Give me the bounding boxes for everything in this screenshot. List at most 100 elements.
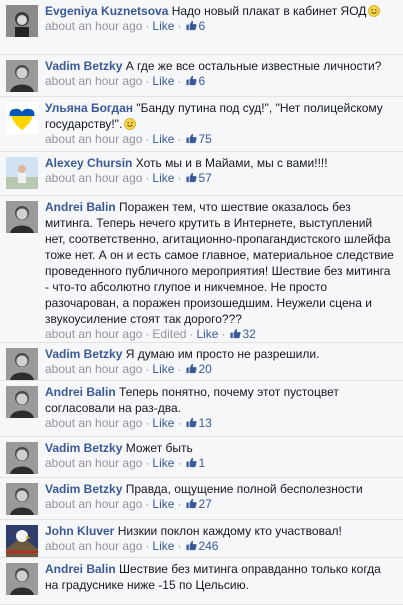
timestamp[interactable]: about an hour ago bbox=[45, 539, 142, 553]
comment-content: Alexey Chursin Хоть мы и в Майами, мы с … bbox=[45, 155, 395, 186]
separator-dot: · bbox=[145, 539, 150, 553]
timestamp[interactable]: about an hour ago bbox=[45, 327, 142, 341]
avatar[interactable] bbox=[6, 102, 38, 134]
avatar[interactable] bbox=[6, 386, 38, 418]
timestamp[interactable]: about an hour ago bbox=[45, 132, 142, 146]
separator-dot: · bbox=[145, 19, 150, 33]
like-count[interactable]: 27 bbox=[198, 497, 211, 511]
avatar[interactable] bbox=[6, 525, 38, 557]
like-button[interactable]: Like bbox=[152, 171, 174, 185]
separator-dot: · bbox=[145, 416, 150, 430]
comment: John Kluver Низкии поклон каждому кто уч… bbox=[0, 520, 403, 558]
comment-author-link[interactable]: Andrei Balin bbox=[45, 200, 116, 214]
like-button[interactable]: Like bbox=[152, 497, 174, 511]
comment-feed: Evgeniya Kuznetsova Надо новый плакат в … bbox=[0, 0, 403, 605]
comment-text: Хоть мы и в Майами, мы с вами!!!! bbox=[135, 156, 328, 170]
thumbs-up-icon bbox=[186, 75, 198, 86]
comment-author-link[interactable]: Ульяна Богдан bbox=[45, 101, 133, 115]
smile-emoji-icon bbox=[124, 118, 137, 130]
comment-author-link[interactable]: Vadim Betzky bbox=[45, 482, 122, 496]
timestamp[interactable]: about an hour ago bbox=[45, 362, 142, 376]
comment-meta: about an hour ago · Like · 6 bbox=[45, 19, 395, 34]
thumbs-up-icon bbox=[186, 133, 198, 144]
thumbs-up-icon bbox=[186, 20, 198, 31]
edited-link[interactable]: Edited bbox=[152, 327, 186, 341]
comment-author-link[interactable]: Andrei Balin bbox=[45, 385, 116, 399]
separator-dot: · bbox=[177, 362, 182, 376]
comment-content: Evgeniya Kuznetsova Надо новый плакат в … bbox=[45, 3, 395, 34]
thumbs-up-icon bbox=[186, 540, 198, 551]
avatar[interactable] bbox=[6, 157, 38, 189]
thumbs-up-icon bbox=[186, 417, 198, 428]
comment-text: Я думаю им просто не разрешили. bbox=[125, 347, 320, 361]
comment-content: Vadim Betzky А где же все остальные изве… bbox=[45, 58, 395, 89]
timestamp[interactable]: about an hour ago bbox=[45, 497, 142, 511]
like-count[interactable]: 1 bbox=[198, 456, 205, 470]
comment-author-link[interactable]: Alexey Chursin bbox=[45, 156, 132, 170]
comment-content: Vadim Betzky Правда, ощущение полной бес… bbox=[45, 481, 395, 512]
comment-author-link[interactable]: Vadim Betzky bbox=[45, 347, 122, 361]
avatar[interactable] bbox=[6, 483, 38, 515]
avatar[interactable] bbox=[6, 442, 38, 474]
like-count[interactable]: 57 bbox=[198, 171, 211, 185]
timestamp[interactable]: about an hour ago bbox=[45, 74, 142, 88]
avatar[interactable] bbox=[6, 60, 38, 92]
timestamp[interactable]: about an hour ago bbox=[45, 171, 142, 185]
comment-text: А где же все остальные известные личност… bbox=[125, 59, 382, 73]
like-count[interactable]: 246 bbox=[198, 539, 218, 553]
like-button[interactable]: Like bbox=[152, 362, 174, 376]
comment: Evgeniya Kuznetsova Надо новый плакат в … bbox=[0, 0, 403, 55]
timestamp[interactable]: about an hour ago bbox=[45, 416, 142, 430]
comment-author-link[interactable]: John Kluver bbox=[45, 524, 114, 538]
comment-meta: about an hour ago · Like · 27 bbox=[45, 497, 395, 512]
thumbs-up-icon bbox=[186, 457, 198, 468]
comment: Andrei Balin Шествие без митинга оправда… bbox=[0, 558, 403, 605]
smile-emoji-icon bbox=[368, 5, 381, 17]
like-count[interactable]: 6 bbox=[198, 74, 205, 88]
like-count[interactable]: 13 bbox=[198, 416, 211, 430]
comment-content: Vadim Betzky Может быть about an hour ago… bbox=[45, 440, 395, 471]
like-button[interactable]: Like bbox=[196, 327, 218, 341]
like-button[interactable]: Like bbox=[152, 19, 174, 33]
like-button[interactable]: Like bbox=[152, 456, 174, 470]
timestamp[interactable]: about an hour ago bbox=[45, 456, 142, 470]
avatar[interactable] bbox=[6, 348, 38, 380]
comment-content: Andrei Balin Шествие без митинга оправда… bbox=[45, 561, 395, 593]
comment-author-link[interactable]: Vadim Betzky bbox=[45, 441, 122, 455]
comment-author-link[interactable]: Andrei Balin bbox=[45, 562, 116, 576]
thumbs-up-icon bbox=[230, 328, 242, 339]
comment: Andrei Balin Теперь понятно, почему этот… bbox=[0, 381, 403, 437]
comment-content: Andrei Balin Теперь понятно, почему этот… bbox=[45, 384, 395, 431]
separator-dot: · bbox=[177, 132, 182, 146]
comment: Vadim Betzky Я думаю им просто не разреш… bbox=[0, 343, 403, 381]
comment-author-link[interactable]: Vadim Betzky bbox=[45, 59, 122, 73]
like-count[interactable]: 20 bbox=[198, 362, 211, 376]
thumbs-up-icon bbox=[186, 172, 198, 183]
separator-dot: · bbox=[145, 456, 150, 470]
like-count[interactable]: 75 bbox=[198, 132, 211, 146]
separator-dot: · bbox=[221, 327, 226, 341]
comment-meta: about an hour ago · Like · 1 bbox=[45, 456, 395, 471]
avatar[interactable] bbox=[6, 5, 38, 37]
like-count[interactable]: 6 bbox=[198, 19, 205, 33]
timestamp[interactable]: about an hour ago bbox=[45, 19, 142, 33]
like-button[interactable]: Like bbox=[152, 132, 174, 146]
comment-meta: about an hour ago · Edited · Like · 32 bbox=[45, 327, 395, 342]
like-count[interactable]: 32 bbox=[242, 327, 255, 341]
comment: Vadim Betzky А где же все остальные изве… bbox=[0, 55, 403, 97]
comment-content: Vadim Betzky Я думаю им просто не разреш… bbox=[45, 346, 395, 377]
like-button[interactable]: Like bbox=[152, 539, 174, 553]
comment-text: Правда, ощущение полной бесполезности bbox=[125, 482, 363, 496]
like-button[interactable]: Like bbox=[152, 416, 174, 430]
like-button[interactable]: Like bbox=[152, 74, 174, 88]
comment-author-link[interactable]: Evgeniya Kuznetsova bbox=[45, 4, 168, 18]
comment: Vadim Betzky Может быть about an hour ago… bbox=[0, 437, 403, 478]
avatar[interactable] bbox=[6, 563, 38, 595]
separator-dot: · bbox=[177, 456, 182, 470]
comment-text: Низкии поклон каждому кто участвовал! bbox=[117, 524, 342, 538]
separator-dot: · bbox=[145, 132, 150, 146]
avatar[interactable] bbox=[6, 201, 38, 233]
comment-content: John Kluver Низкии поклон каждому кто уч… bbox=[45, 523, 395, 554]
thumbs-up-icon bbox=[186, 498, 198, 509]
comment-text: Поражен тем, что шествие оказалось без м… bbox=[45, 200, 394, 326]
